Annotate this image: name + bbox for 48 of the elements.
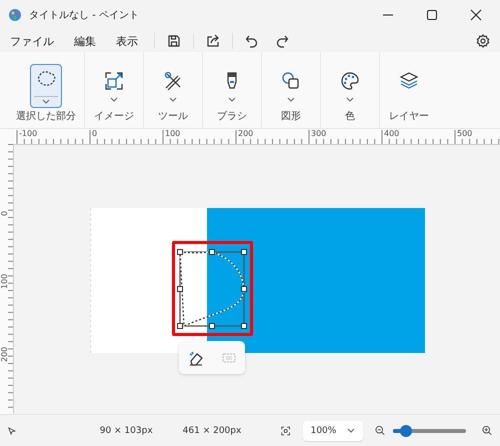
pointer-icon	[8, 426, 16, 436]
ruler-label: 0	[0, 210, 9, 216]
zoom-dropdown[interactable]: 100%	[302, 420, 364, 440]
maximize-icon[interactable]	[426, 9, 438, 21]
menu-item[interactable]: ファイル	[10, 34, 54, 48]
ruler-label: 500	[457, 129, 472, 138]
save-icon[interactable]	[167, 34, 181, 48]
canvas-size: 461 × 200px	[182, 426, 242, 436]
ribbon-button[interactable]	[30, 64, 62, 108]
window-title: タイトルなし - ペイント	[29, 9, 139, 22]
chevron-down-icon[interactable]	[346, 97, 354, 102]
zoom-out-icon[interactable]	[375, 424, 386, 437]
eraser-icon[interactable]	[188, 350, 204, 366]
chevron-down-icon[interactable]	[110, 97, 118, 102]
zoom-in-icon[interactable]	[482, 424, 492, 437]
ruler-label: 300	[311, 129, 326, 138]
ribbon-group-label: 色	[345, 110, 355, 123]
ruler-label: 400	[384, 129, 400, 138]
chevron-down-icon	[347, 428, 356, 433]
ruler-label: 200	[238, 129, 254, 138]
share-icon[interactable]	[206, 34, 220, 48]
ribbon-group-label: 選択した部分	[16, 110, 76, 123]
palette-icon[interactable]	[339, 70, 361, 92]
ribbon-group-label: イメージ	[94, 110, 134, 123]
redo-icon[interactable]	[275, 34, 289, 48]
ruler-label: 100	[0, 274, 9, 289]
image-resize-icon[interactable]	[103, 70, 125, 92]
ribbon-group-label: 図形	[281, 110, 301, 123]
ribbon-group-label: ツール	[158, 110, 188, 123]
chevron-down-icon[interactable]	[228, 97, 236, 102]
ribbon-group-label: レイヤー	[389, 110, 429, 123]
chevron-down-icon[interactable]	[169, 97, 177, 102]
close-icon[interactable]	[470, 9, 482, 21]
menu-item[interactable]: 編集	[74, 34, 96, 48]
ruler-label: 0	[92, 129, 98, 138]
menu-item[interactable]: 表示	[116, 34, 138, 48]
zoom-slider-thumb[interactable]	[400, 424, 412, 436]
ruler-label: -100	[19, 129, 38, 138]
ruler-label: 100	[165, 129, 180, 138]
chevron-down-icon[interactable]	[287, 97, 295, 102]
ribbon-group-label: ブラシ	[217, 110, 247, 123]
settings-icon[interactable]	[476, 34, 490, 48]
undo-icon[interactable]	[245, 34, 259, 48]
fit-to-window-icon[interactable]	[281, 424, 291, 436]
ruler-label: 200	[0, 346, 9, 362]
chevron-down-icon[interactable]	[34, 96, 58, 104]
paint-app-icon	[8, 8, 22, 22]
selection-size: 90 × 103px	[100, 426, 153, 436]
